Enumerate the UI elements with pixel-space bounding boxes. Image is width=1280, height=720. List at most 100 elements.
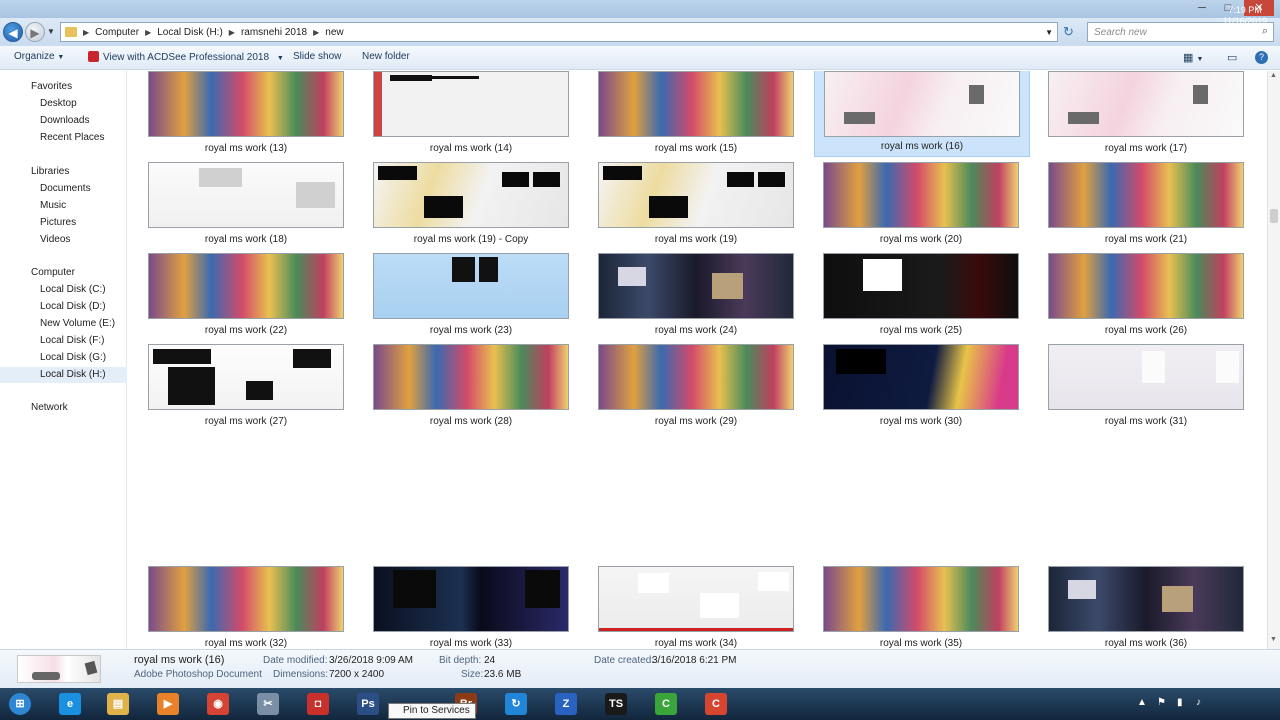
nav-item[interactable]: Local Disk (C:)	[0, 282, 127, 298]
file-tile[interactable]: royal ms work (32)	[148, 566, 344, 649]
acdsee-icon	[88, 51, 99, 62]
file-tile[interactable]: royal ms work (25)	[823, 253, 1019, 336]
help-icon[interactable]: ?	[1255, 51, 1268, 64]
breadcrumb-drive[interactable]: Local Disk (H:)	[157, 27, 223, 38]
file-tile[interactable]: royal ms work (24)	[598, 253, 794, 336]
nav-item[interactable]: Pictures	[0, 215, 127, 231]
nav-item-label: Desktop	[40, 98, 77, 109]
file-tile[interactable]: royal ms work (33)	[373, 566, 569, 649]
notification-arrow-icon[interactable]: ▲	[1137, 697, 1147, 708]
nav-item[interactable]: New Volume (E:)	[0, 316, 127, 332]
organize-button[interactable]: Organize ▼	[14, 51, 64, 62]
file-thumbnail	[148, 344, 344, 410]
file-tile[interactable]: royal ms work (23)	[373, 253, 569, 336]
start-button[interactable]: ⊞	[0, 691, 40, 717]
file-tile[interactable]: royal ms work (34)	[598, 566, 794, 649]
thumbnail-placeholder	[1192, 84, 1209, 104]
refresh-icon[interactable]: ↻	[1063, 24, 1074, 40]
acdsee-button[interactable]: View with ACDSee Professional 2018 ▼	[88, 51, 284, 63]
music-icon	[26, 199, 36, 209]
slideshow-button[interactable]: Slide show	[293, 51, 341, 62]
file-tile[interactable]: royal ms work (17)	[1048, 71, 1244, 154]
file-tile[interactable]: royal ms work (19) - Copy	[373, 162, 569, 245]
file-tile[interactable]: royal ms work (30)	[823, 344, 1019, 427]
vertical-scrollbar[interactable]: ▲ ▼	[1267, 71, 1280, 649]
nav-item[interactable]: Local Disk (D:)	[0, 299, 127, 315]
address-bar[interactable]: ▶ Computer ▶ Local Disk (H:) ▶ ramsnehi …	[60, 22, 1058, 42]
scroll-up-icon[interactable]: ▲	[1270, 72, 1277, 79]
new-folder-button[interactable]: New folder	[362, 51, 410, 62]
file-tile[interactable]: royal ms work (15)	[598, 71, 794, 154]
view-options-icon[interactable]: ▦ ▼	[1183, 51, 1203, 64]
nav-item[interactable]: Libraries	[0, 164, 127, 180]
nav-item[interactable]: Local Disk (G:)	[0, 350, 127, 366]
scroll-down-icon[interactable]: ▼	[1270, 636, 1277, 643]
recent-pages-chevron-icon[interactable]: ▼	[47, 27, 55, 36]
app-blue-icon[interactable]: Z	[546, 691, 586, 717]
chrome-icon[interactable]: ◉	[198, 691, 238, 717]
thumbnail-placeholder	[424, 196, 464, 219]
back-button[interactable]: ◀	[3, 22, 23, 42]
breadcrumb-folder[interactable]: ramsnehi 2018	[241, 27, 307, 38]
file-thumbnail	[148, 162, 344, 228]
app-black-icon[interactable]: TS	[596, 691, 636, 717]
nav-item[interactable]: Documents	[0, 181, 127, 197]
nav-item[interactable]: Local Disk (F:)	[0, 333, 127, 349]
nav-item[interactable]: Recent Places	[0, 130, 127, 146]
action-center-icon[interactable]: ⚑	[1157, 697, 1166, 708]
snipping-tool-icon[interactable]: ✂	[248, 691, 288, 717]
volume-icon[interactable]: ♪	[1196, 697, 1201, 708]
nav-item[interactable]: Computer	[0, 265, 127, 281]
file-preview-thumbnail	[17, 655, 101, 683]
file-tile[interactable]: royal ms work (28)	[373, 344, 569, 427]
file-tile[interactable]: royal ms work (31)	[1048, 344, 1244, 427]
breadcrumb-current[interactable]: new	[325, 27, 343, 38]
star-icon	[17, 80, 27, 90]
file-tile[interactable]: royal ms work (36)	[1048, 566, 1244, 649]
file-tile[interactable]: royal ms work (35)	[823, 566, 1019, 649]
file-tile[interactable]: royal ms work (16)	[814, 71, 1030, 157]
scrollbar-thumb[interactable]	[1270, 209, 1278, 223]
file-tile[interactable]: royal ms work (20)	[823, 162, 1019, 245]
network-tray-icon[interactable]: ▮	[1177, 697, 1183, 708]
nav-item[interactable]: Music	[0, 198, 127, 214]
file-tile[interactable]: royal ms work (18)	[148, 162, 344, 245]
nav-item-label: Favorites	[31, 81, 73, 92]
details-file-type: Adobe Photoshop Document	[134, 669, 262, 680]
file-tile[interactable]: royal ms work (29)	[598, 344, 794, 427]
system-clock[interactable]: 7:19 PM 11/16/2019	[1212, 5, 1278, 27]
camtasia-red-icon[interactable]: C	[696, 691, 736, 717]
file-tile[interactable]: royal ms work (27)	[148, 344, 344, 427]
file-tile[interactable]: royal ms work (14)	[373, 71, 569, 154]
nav-item[interactable]: Favorites	[0, 79, 127, 95]
nav-item[interactable]: Local Disk (H:)	[0, 367, 127, 383]
nav-item[interactable]: Network	[0, 400, 127, 416]
camtasia-green-icon[interactable]: C	[646, 691, 686, 717]
breadcrumb-computer[interactable]: Computer	[95, 27, 139, 38]
forward-button[interactable]: ▶	[25, 22, 45, 42]
file-name-label: royal ms work (14)	[429, 143, 513, 154]
file-name-label: royal ms work (29)	[654, 416, 738, 427]
preview-pane-icon[interactable]: ▭	[1227, 51, 1237, 64]
file-thumbnail	[823, 162, 1019, 228]
folder-icon	[65, 27, 77, 37]
file-thumbnail	[148, 71, 344, 137]
file-tile[interactable]: royal ms work (21)	[1048, 162, 1244, 245]
nav-item[interactable]: Downloads	[0, 113, 127, 129]
file-tile[interactable]: royal ms work (19)	[598, 162, 794, 245]
internet-explorer-icon[interactable]: e	[50, 691, 90, 717]
address-dropdown-icon[interactable]: ▼	[1045, 28, 1053, 37]
nav-item[interactable]: Videos	[0, 232, 127, 248]
file-explorer-icon[interactable]: ▤	[98, 691, 138, 717]
app-black-glyph-icon: TS	[605, 693, 627, 715]
nav-item[interactable]: Desktop	[0, 96, 127, 112]
minimize-button[interactable]: ─	[1190, 0, 1214, 16]
photoshop-icon[interactable]: Ps	[348, 691, 388, 717]
media-player-icon[interactable]: ▶	[148, 691, 188, 717]
sync-icon[interactable]: ↻	[496, 691, 536, 717]
file-tile[interactable]: royal ms work (26)	[1048, 253, 1244, 336]
file-tile[interactable]: royal ms work (22)	[148, 253, 344, 336]
file-tile[interactable]: royal ms work (13)	[148, 71, 344, 154]
thumbnail-placeholder	[199, 168, 243, 188]
camera-app-icon[interactable]: ◘	[298, 691, 338, 717]
